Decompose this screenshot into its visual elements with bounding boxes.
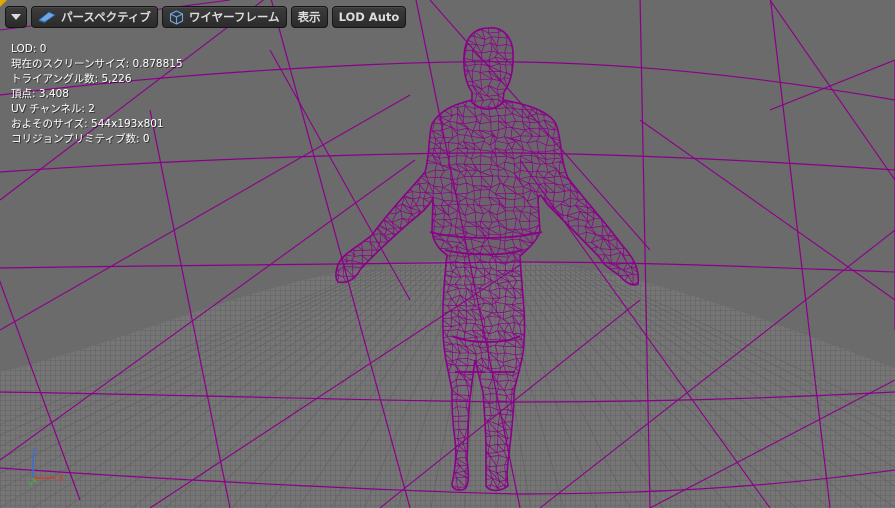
camera-icon — [38, 11, 56, 23]
viewport-options-dropdown[interactable] — [5, 6, 27, 28]
perspective-button[interactable]: パースペクティブ — [31, 6, 158, 28]
cube-icon — [169, 9, 184, 25]
axis-gizmo: Z X Y — [22, 444, 72, 490]
axis-x-label: X — [58, 474, 64, 484]
wireframe-view-mode-button[interactable]: ワイヤーフレーム — [161, 6, 287, 28]
perspective-label: パースペクティブ — [61, 10, 151, 24]
stat-screen-size: 現在のスクリーンサイズ: 0.878815 — [11, 58, 183, 70]
wireframe-label: ワイヤーフレーム — [188, 10, 280, 24]
lod-auto-button[interactable]: LOD Auto — [331, 6, 407, 28]
chevron-down-icon — [11, 14, 21, 20]
stat-lod: LOD: 0 — [11, 43, 47, 55]
show-label: 表示 — [297, 10, 321, 24]
stat-triangles: トライアングル数: 5,226 — [11, 73, 132, 85]
stat-uv-channels: UV チャンネル: 2 — [11, 103, 95, 115]
stat-vertices: 頂点: 3,408 — [11, 88, 69, 100]
show-menu-button[interactable]: 表示 — [290, 6, 328, 28]
axis-z-label: Z — [31, 448, 37, 458]
lod-label: LOD Auto — [338, 10, 400, 24]
axis-y-label: Y — [27, 480, 34, 488]
mesh-stats-overlay: LOD: 0 現在のスクリーンサイズ: 0.878815 トライアングル数: 5… — [11, 42, 183, 147]
sphere-diagonal-line — [639, 119, 895, 301]
viewport-toolbar: パースペクティブ ワイヤーフレーム 表示 LOD Auto — [5, 6, 407, 30]
sphere-diagonal-line — [769, 59, 895, 111]
stat-collision-primitives: コリジョンプリミティブ数: 0 — [11, 133, 150, 145]
stat-approx-size: およそのサイズ: 544x193x801 — [11, 118, 164, 130]
